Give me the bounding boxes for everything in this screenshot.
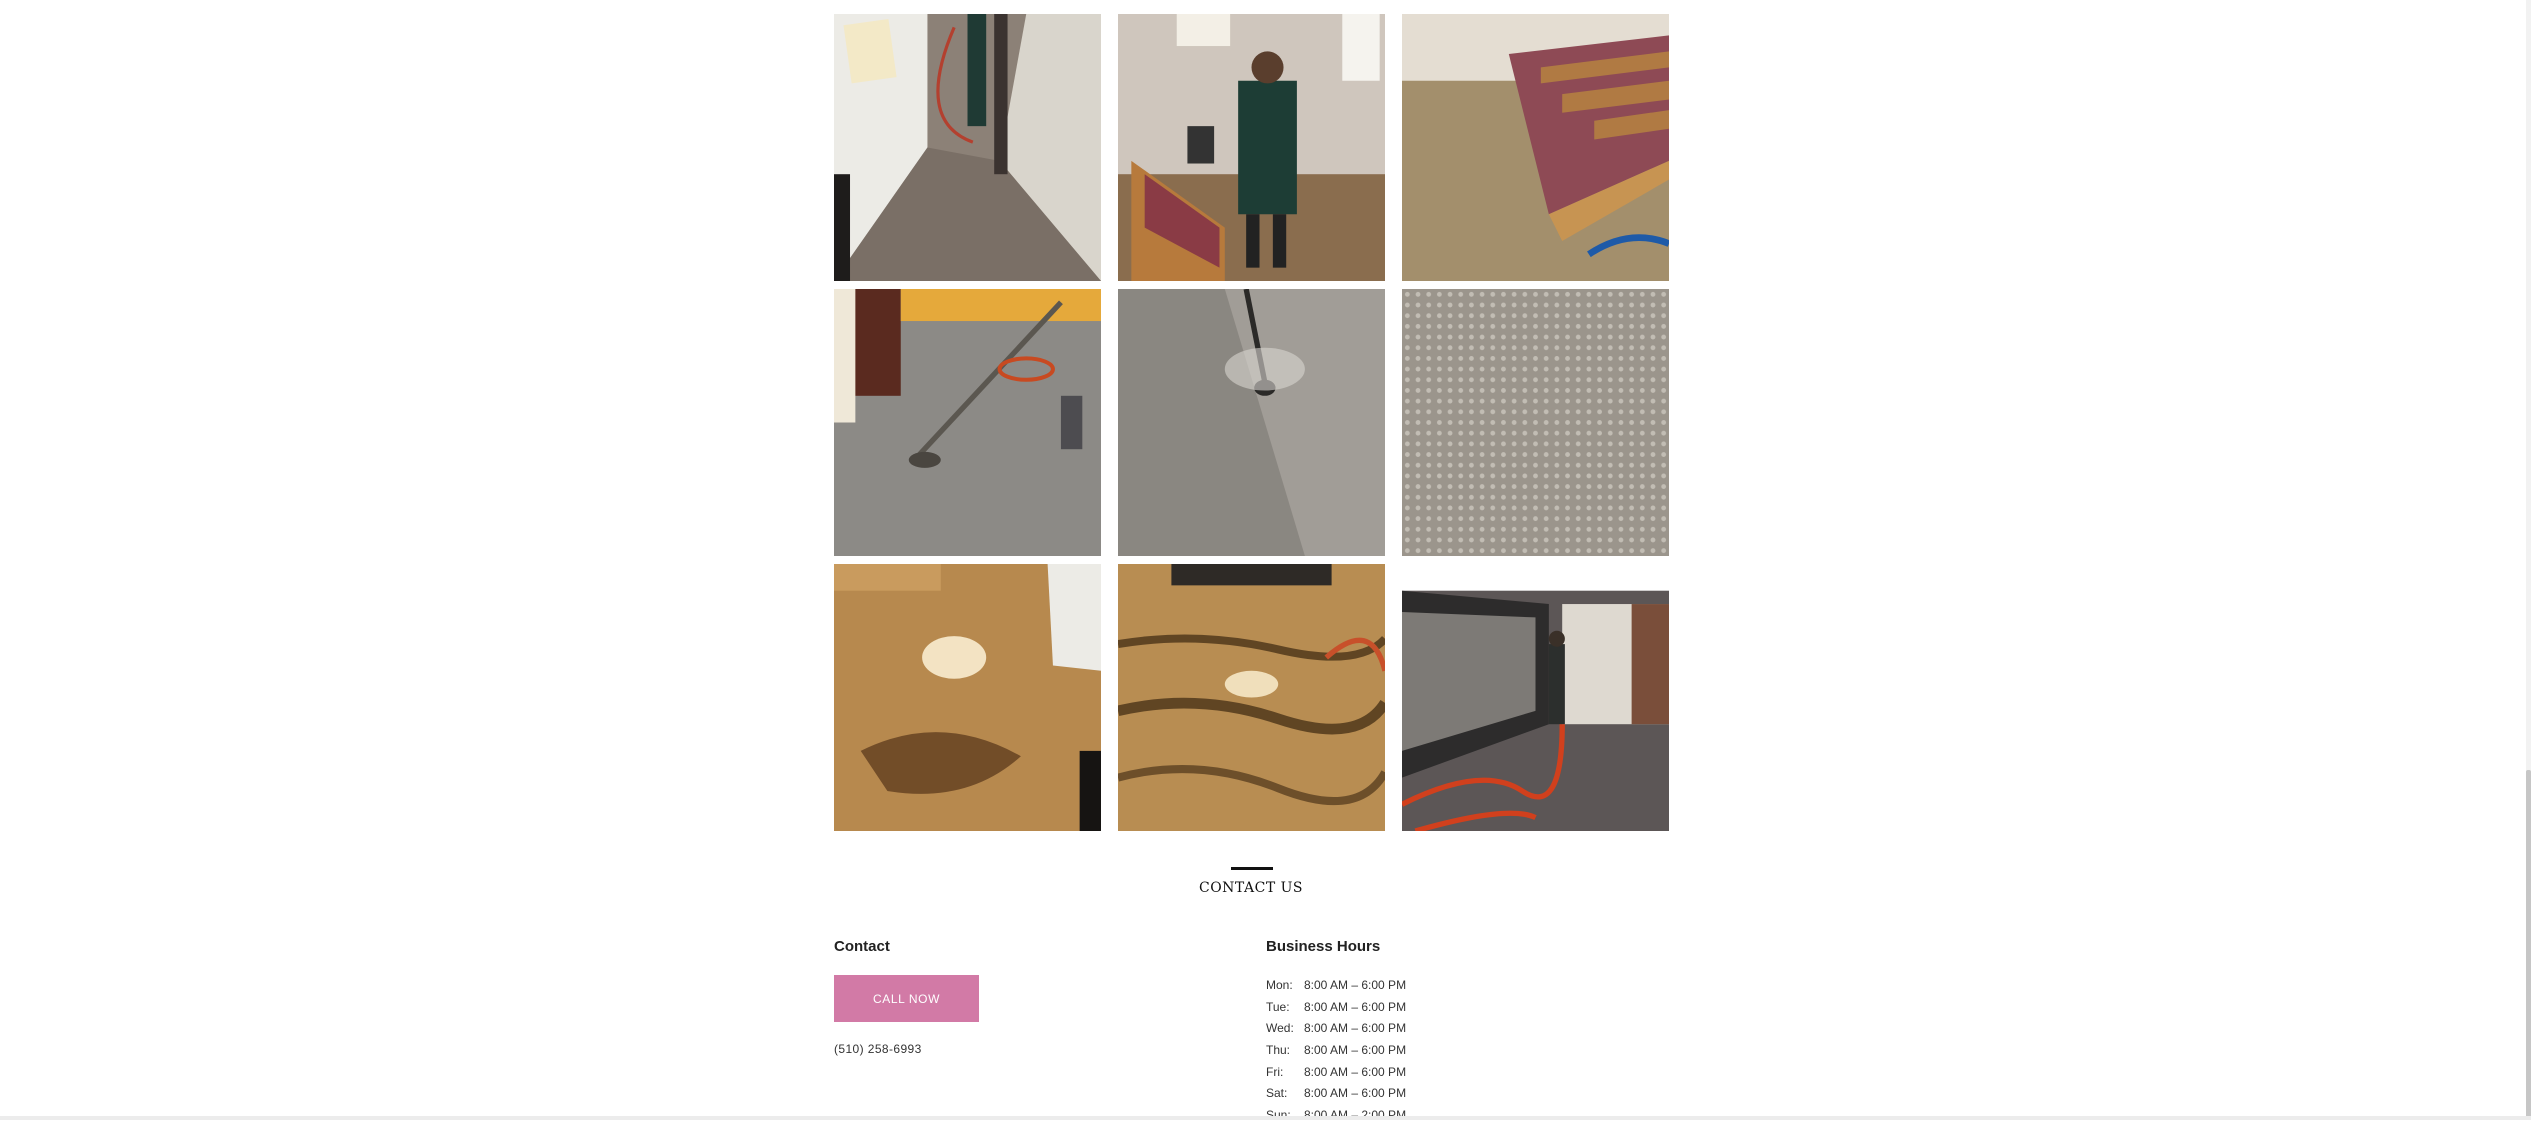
gallery-image-hallway[interactable] — [834, 14, 1101, 281]
day-label: Tue: — [1266, 999, 1290, 1014]
contact-us-heading: CONTACT US — [1198, 880, 1303, 896]
hours-value: 8:00 AM – 6:00 PM — [1304, 999, 1407, 1014]
day-label: Thu: — [1266, 1043, 1291, 1058]
hours-row-mon: Mon: 8:00 AM – 6:00 PM — [1266, 977, 1406, 999]
contact-column-heading: Contact — [834, 938, 890, 955]
hours-row-sat: Sat: 8:00 AM – 6:00 PM — [1266, 1085, 1406, 1107]
call-now-button[interactable]: CALL NOW — [834, 975, 979, 1022]
hours-row-tue: Tue: 8:00 AM – 6:00 PM — [1266, 999, 1406, 1021]
gallery-image-steam-closeup[interactable] — [1118, 289, 1385, 556]
hours-row-thu: Thu: 8:00 AM – 6:00 PM — [1266, 1042, 1406, 1064]
day-label: Sat: — [1266, 1086, 1288, 1101]
gallery-image-glossy-floor[interactable] — [834, 564, 1101, 831]
gallery-image-wet-floor[interactable] — [1118, 564, 1385, 831]
business-hours-list: Mon: 8:00 AM – 6:00 PM Tue: 8:00 AM – 6:00… — [1266, 977, 1406, 1129]
hours-value: 8:00 AM – 6:00 PM — [1304, 1043, 1407, 1058]
section-divider — [1231, 867, 1273, 870]
photo-gallery — [834, 14, 1669, 831]
gallery-image-pews-worker[interactable] — [1118, 14, 1385, 281]
day-label: Mon: — [1266, 978, 1293, 992]
hours-row-wed: Wed: 8:00 AM – 6:00 PM — [1266, 1020, 1406, 1042]
bottom-border — [0, 1116, 2531, 1120]
day-label: Wed: — [1266, 1021, 1294, 1036]
gallery-image-office-wand[interactable] — [834, 289, 1101, 556]
business-hours-heading: Business Hours — [1266, 938, 1381, 955]
hours-value: 8:00 AM – 6:00 PM — [1304, 978, 1407, 992]
hours-row-fri: Fri: 8:00 AM – 6:00 PM — [1266, 1064, 1406, 1086]
day-label: Fri: — [1266, 1064, 1284, 1079]
scrollbar-thumb[interactable] — [2526, 770, 2531, 1120]
hours-value: 8:00 AM – 6:00 PM — [1304, 1086, 1407, 1101]
hours-value: 8:00 AM – 6:00 PM — [1304, 1064, 1407, 1079]
gallery-image-church-pews[interactable] — [1402, 14, 1669, 281]
gallery-image-mural-hall[interactable] — [1402, 564, 1669, 831]
gallery-image-carpet-texture[interactable] — [1402, 289, 1669, 556]
phone-number[interactable]: (510) 258-6993 — [834, 1042, 922, 1056]
hours-value: 8:00 AM – 6:00 PM — [1304, 1021, 1407, 1036]
